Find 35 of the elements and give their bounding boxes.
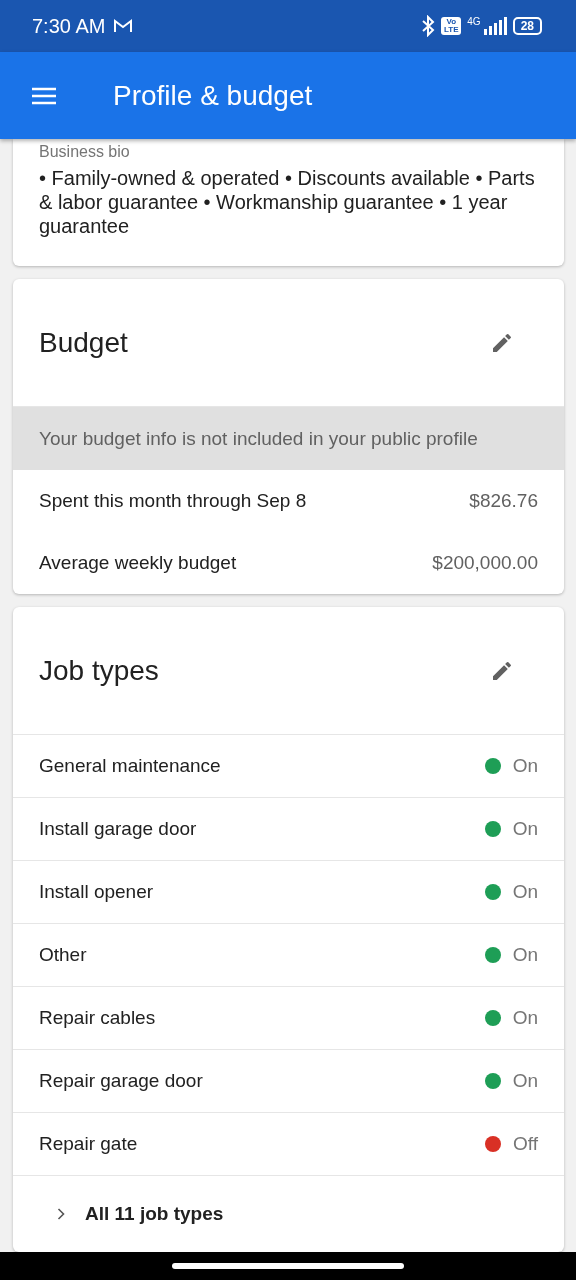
menu-icon[interactable] [32,86,56,105]
status-label: Off [513,1133,538,1155]
budget-label: Spent this month through Sep 8 [39,490,307,512]
budget-heading: Budget [39,326,128,359]
job-type-name: General maintenance [39,755,221,777]
status-label: On [512,1070,538,1092]
status-label: On [512,755,538,777]
job-type-name: Other [39,944,87,966]
mail-icon [113,18,134,34]
volte-badge: Vo LTE [441,17,462,35]
chevron-right-icon [57,1208,65,1220]
job-types-heading: Job types [39,654,159,687]
battery-indicator: 28 [512,17,542,35]
privacy-notice: Your budget info is not included in your public profile [13,407,564,470]
budget-value: $200,000.00 [432,552,538,574]
status-label: On [512,944,538,966]
bluetooth-icon [421,15,436,37]
job-type-name: Repair cables [39,1007,156,1029]
home-handle[interactable] [172,1263,404,1269]
signal-icon [482,17,507,35]
budget-label: Average weekly budget [39,552,237,574]
bio-label: Business bio [39,143,131,161]
job-type-name: Install garage door [39,818,197,840]
clock-time: 7:30 AM [32,14,106,38]
job-type-name: Repair garage door [39,1070,203,1092]
app-bar-title: Profile & budget [113,79,313,112]
status-label: On [512,881,538,903]
network-label: 4G [467,16,481,27]
budget-value: $826.76 [469,490,538,512]
status-label: On [512,818,538,840]
job-type-name: Install opener [39,881,154,903]
status-label: On [512,1007,538,1029]
bio-text: • Family-owned & operated • Discounts available • Parts & labor guarantee • Workmanship guarantee • 1 year guarantee [39,166,536,238]
job-type-name: Repair gate [39,1133,138,1155]
all-job-types-link[interactable]: All 11 job types [13,1176,564,1252]
